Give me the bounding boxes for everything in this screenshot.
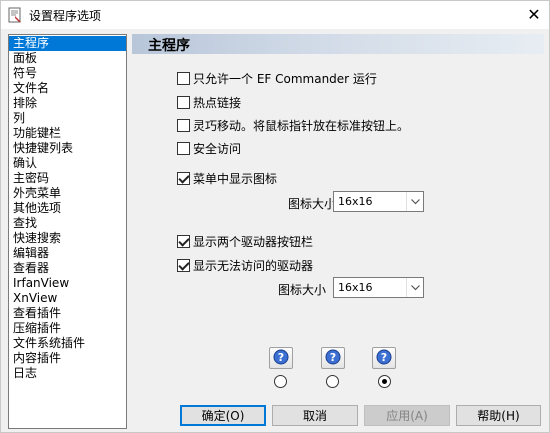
option-single-instance[interactable]: 只允许一个 EF Commander 运行 bbox=[177, 70, 377, 86]
checkbox-label: 安全访问 bbox=[193, 141, 242, 156]
option-menu-icons[interactable]: 菜单中显示图标 bbox=[177, 170, 277, 186]
help-icon: ? bbox=[325, 349, 341, 368]
help-button[interactable]: 帮助(H) bbox=[456, 405, 541, 426]
window-title: 设置程序选项 bbox=[29, 9, 102, 23]
svg-text:?: ? bbox=[381, 351, 387, 364]
option-two-drive-bars[interactable]: 显示两个驱动器按钮栏 bbox=[177, 233, 313, 249]
cancel-button[interactable]: 取消 bbox=[272, 405, 358, 426]
sidebar-item[interactable]: 列 bbox=[9, 111, 126, 126]
radio-option-1[interactable] bbox=[274, 375, 287, 388]
close-icon: ✕ bbox=[527, 5, 541, 24]
sidebar-item[interactable]: 编辑器 bbox=[9, 246, 126, 261]
icon-size-label: 图标大小 bbox=[278, 283, 327, 297]
settings-doc-icon bbox=[7, 7, 23, 23]
sidebar-item[interactable]: 文件系统插件 bbox=[9, 336, 126, 351]
help-button-3[interactable]: ? bbox=[372, 347, 396, 369]
category-list[interactable]: 主程序 面板 符号 文件名 排除列功能键栏 快捷键列表 确认 主密码 外壳菜单 其他选项 查找 快速搜… bbox=[8, 34, 127, 429]
title-bar: 设置程序选项 ✕ bbox=[1, 1, 549, 29]
section-title: 主程序 bbox=[148, 38, 190, 54]
sidebar-item[interactable]: 快捷键列表 bbox=[9, 141, 126, 156]
icon-size-value: 16x16 bbox=[338, 195, 373, 208]
sidebar-item[interactable]: 内容插件 bbox=[9, 351, 126, 366]
sidebar-item[interactable]: 主密码 bbox=[9, 171, 126, 186]
checkbox[interactable] bbox=[177, 95, 190, 109]
settings-dialog: 设置程序选项 ✕ 主程序 面板 符号 文件名 排除列功能键栏 快捷键列表 确认 主密码 外壳菜单… bbox=[0, 0, 550, 433]
help-icon: ? bbox=[273, 349, 289, 368]
svg-text:?: ? bbox=[330, 351, 336, 364]
checkbox[interactable] bbox=[177, 118, 190, 132]
sidebar-item[interactable]: 符号 bbox=[9, 66, 126, 81]
sidebar-item[interactable]: 日志 bbox=[9, 366, 126, 381]
sidebar-item[interactable]: 排除 bbox=[9, 96, 126, 111]
option-show-inaccessible[interactable]: 显示无法访问的驱动器 bbox=[177, 257, 313, 273]
chevron-down-icon bbox=[406, 192, 423, 211]
sidebar-item[interactable]: 查看器 bbox=[9, 261, 126, 276]
checkbox-label: 灵巧移动。将鼠标指针放在标准按钮上。 bbox=[193, 118, 410, 133]
checkbox[interactable] bbox=[177, 258, 190, 272]
sidebar-item[interactable]: 压缩插件 bbox=[9, 321, 126, 336]
sidebar-item[interactable]: 面板 bbox=[9, 51, 126, 66]
sidebar-item[interactable]: 确认 bbox=[9, 156, 126, 171]
icon-size-select[interactable]: 16x16 bbox=[333, 191, 424, 212]
checkbox[interactable] bbox=[177, 141, 190, 155]
close-button[interactable]: ✕ bbox=[519, 1, 549, 29]
checkbox-label: 热点链接 bbox=[193, 95, 242, 110]
sidebar-item[interactable]: 其他选项 bbox=[9, 201, 126, 216]
checkbox-label: 显示无法访问的驱动器 bbox=[193, 258, 314, 273]
checkbox-label: 只允许一个 EF Commander 运行 bbox=[193, 71, 377, 86]
sidebar-item[interactable]: IrfanView bbox=[9, 276, 126, 291]
sidebar-item[interactable]: 外壳菜单 bbox=[9, 186, 126, 201]
icon-size-label: 图标大小 bbox=[288, 197, 337, 211]
option-safe-access[interactable]: 安全访问 bbox=[177, 140, 241, 156]
sidebar-item[interactable]: 功能键栏 bbox=[9, 126, 126, 141]
sidebar-item[interactable]: XnView bbox=[9, 291, 126, 306]
option-smart-move[interactable]: 灵巧移动。将鼠标指针放在标准按钮上。 bbox=[177, 117, 409, 133]
help-button-1[interactable]: ? bbox=[269, 347, 293, 369]
help-button-2[interactable]: ? bbox=[321, 347, 345, 369]
icon-size-value: 16x16 bbox=[338, 281, 373, 294]
svg-text:?: ? bbox=[278, 351, 284, 364]
sidebar-item[interactable]: 查找 bbox=[9, 216, 126, 231]
sidebar-item[interactable]: 查看插件 bbox=[9, 306, 126, 321]
checkbox-label: 显示两个驱动器按钮栏 bbox=[193, 234, 314, 249]
radio-option-2[interactable] bbox=[326, 375, 339, 388]
option-hotlink[interactable]: 热点链接 bbox=[177, 94, 241, 110]
checkbox[interactable] bbox=[177, 171, 190, 185]
sidebar-item[interactable]: 文件名 bbox=[9, 81, 126, 96]
chevron-down-icon bbox=[406, 278, 423, 297]
ok-button[interactable]: 确定(O) bbox=[180, 405, 266, 426]
section-header: 主程序 bbox=[132, 34, 544, 54]
checkbox[interactable] bbox=[177, 234, 190, 248]
sidebar-item[interactable]: 主程序 bbox=[9, 36, 126, 51]
apply-button[interactable]: 应用(A) bbox=[364, 405, 450, 426]
radio-option-3[interactable] bbox=[378, 375, 391, 388]
sidebar-item[interactable]: 快速搜索 bbox=[9, 231, 126, 246]
checkbox[interactable] bbox=[177, 71, 190, 85]
help-icon: ? bbox=[376, 349, 392, 368]
checkbox-label: 菜单中显示图标 bbox=[193, 171, 278, 186]
icon-size-select[interactable]: 16x16 bbox=[333, 277, 424, 298]
